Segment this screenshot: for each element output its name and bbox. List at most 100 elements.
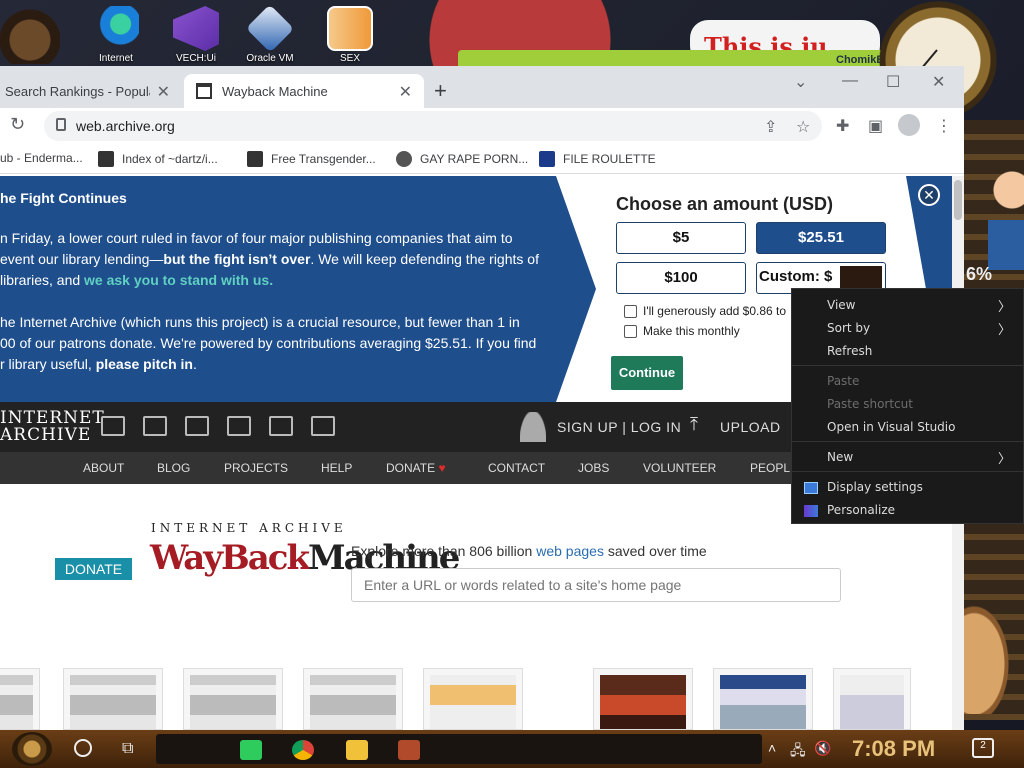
bookmark-star-icon[interactable]: ☆ [796,117,810,137]
close-banner-icon[interactable]: ✕ [918,184,940,206]
share-icon[interactable]: ⇪ [764,117,777,137]
upload-link[interactable]: UPLOAD [720,419,781,435]
submenu-arrow-icon: 〉 [997,299,1011,314]
menu-donate[interactable]: DONATE ♥ [386,461,446,475]
bookmark-item[interactable]: GAY RAPE PORN... [396,151,528,167]
start-button-icon[interactable] [12,732,52,766]
bookmark-item[interactable]: ub - Enderma... [0,151,83,165]
close-tab-icon[interactable]: ✕ [399,82,412,102]
menu-projects[interactable]: PROJECTS [224,461,288,475]
url-text[interactable]: web.archive.org [76,118,175,134]
desktop-icon-sex[interactable]: SEX [322,6,378,64]
volume-muted-icon[interactable]: 🔇 [814,740,831,757]
thumbnail-card[interactable] [423,668,523,730]
close-window-icon[interactable]: ✕ [932,72,945,92]
thumbnail-card[interactable] [833,668,911,730]
tab-search-rankings[interactable]: Search Rankings - Popular ✕ [0,74,182,108]
visual-studio-icon [173,6,219,51]
ctx-view[interactable]: View [827,298,855,312]
desktop-icon-label: SEX [339,53,360,64]
bookmark-item[interactable]: Free Transgender... [247,151,376,167]
desktop-icon-vech[interactable]: VECH:Ui [168,6,224,64]
monthly-checkbox-row[interactable]: Make this monthly [624,324,740,338]
menu-people[interactable]: PEOPL [750,461,790,475]
menu-volunteer[interactable]: VOLUNTEER [643,461,716,475]
user-icon[interactable] [520,412,546,442]
reload-icon[interactable]: ↻ [10,114,25,135]
ctx-personalize[interactable]: Personalize [827,503,895,517]
wayback-donate-button[interactable]: DONATE [55,558,132,580]
amount-button-5[interactable]: $5 [616,222,746,254]
video-film-icon[interactable] [185,416,209,436]
profile-avatar-icon[interactable] [898,114,920,136]
amount-button-100[interactable]: $100 [616,262,746,294]
ctx-paste[interactable]: Paste [827,374,859,388]
thumbnail-card[interactable] [63,668,163,730]
amount-title: Choose an amount (USD) [616,194,834,214]
ctx-display-settings[interactable]: Display settings [827,480,923,494]
ctx-open-in-visual-studio[interactable]: Open in Visual Studio [827,420,955,434]
signup-login-link[interactable]: SIGN UP | LOG IN [557,419,681,435]
audio-speaker-icon[interactable] [227,416,251,436]
thumbnail-card[interactable] [0,668,40,730]
maximize-icon[interactable]: ☐ [886,72,900,92]
taskbar-clock[interactable]: 7:08 PM [852,736,935,762]
thumbnail-card[interactable] [183,668,283,730]
close-tab-icon[interactable]: ✕ [157,82,170,102]
bookmark-item[interactable]: FILE ROULETTE [539,151,656,167]
extensions-icon[interactable]: ✚ [836,116,849,136]
fee-checkbox-row[interactable]: I'll generously add $0.86 to [624,304,786,318]
search-icon[interactable] [74,739,92,757]
notification-center-icon[interactable]: 2 [972,738,994,758]
software-disk-icon[interactable] [269,416,293,436]
fee-checkbox[interactable] [624,304,637,318]
minimize-icon[interactable]: — [842,72,858,90]
ia-logo[interactable]: INTERNET ARCHIVE [0,410,105,444]
menu-blog[interactable]: BLOG [157,461,190,475]
amount-button-25-51[interactable]: $25.51 [756,222,886,254]
side-panel-icon[interactable]: ▣ [868,116,883,136]
menu-contact[interactable]: CONTACT [488,461,545,475]
tab-wayback-machine[interactable]: Wayback Machine ✕ [184,74,424,108]
thumbnail-image [600,675,686,729]
continue-button[interactable]: Continue [611,356,683,390]
ctx-new[interactable]: New [827,450,853,464]
address-bar[interactable]: web.archive.org ⇪ ☆ [44,111,822,141]
web-icon[interactable] [101,416,125,436]
bookmark-item[interactable]: Index of ~dartz/i... [98,151,218,167]
menu-kebab-icon[interactable]: ⋮ [936,116,952,136]
banner-text: 00 of our patrons donate. We're powered … [0,335,537,351]
images-icon[interactable] [311,416,335,436]
menu-jobs[interactable]: JOBS [578,461,609,475]
bookmark-label: FILE ROULETTE [563,152,656,166]
chrome-icon[interactable] [292,740,314,760]
thumbnail-card[interactable] [593,668,693,730]
thumbnail-card[interactable] [303,668,403,730]
task-view-icon[interactable]: ⧉ [122,740,133,758]
monthly-checkbox[interactable] [624,324,637,338]
ctx-paste-shortcut[interactable]: Paste shortcut [827,397,913,411]
ctx-sort-by[interactable]: Sort by [827,321,870,335]
ctx-refresh[interactable]: Refresh [827,344,872,358]
wayback-url-input[interactable] [351,568,841,602]
custom-amount-input[interactable] [840,266,882,290]
file-explorer-icon[interactable] [346,740,368,760]
scrollbar-thumb[interactable] [954,180,962,220]
menu-help[interactable]: HELP [321,461,352,475]
menu-about[interactable]: ABOUT [83,461,124,475]
lock-icon[interactable] [56,118,66,131]
web-pages-link[interactable]: web pages [536,543,604,559]
spotify-icon[interactable] [240,740,262,760]
desktop-icon-label: VECH:Ui [175,53,216,64]
desktop-icon-oracle-vm[interactable]: Oracle VM [242,4,298,64]
texts-book-icon[interactable] [143,416,167,436]
desktop-icon-internet[interactable]: Internet [88,6,144,64]
network-icon[interactable]: 🖧 [790,740,806,764]
thumbnail-card[interactable] [713,668,813,730]
game-icon[interactable] [398,740,420,760]
tab-search-chevron-icon[interactable]: ⌄ [794,72,807,92]
banner-text: . [192,356,197,372]
upload-icon[interactable]: ⤒ [690,414,698,435]
tray-overflow-icon[interactable]: ˄ [768,740,776,756]
new-tab-icon[interactable]: + [434,78,447,104]
